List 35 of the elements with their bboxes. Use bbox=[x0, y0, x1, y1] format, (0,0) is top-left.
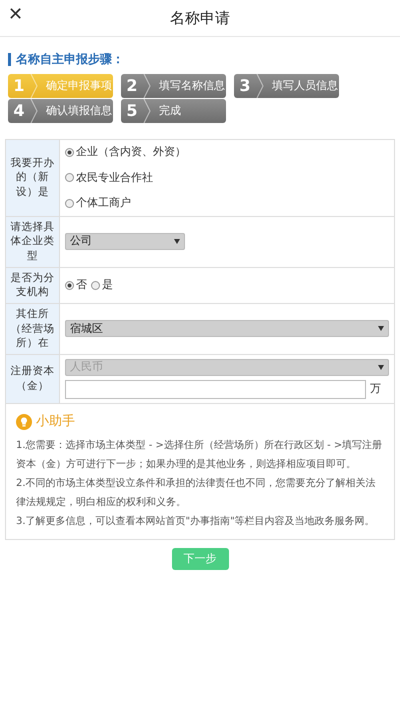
option-label: 个体工商户 bbox=[76, 195, 131, 211]
close-button[interactable]: ✕ bbox=[8, 6, 24, 24]
radio-button[interactable] bbox=[65, 173, 74, 182]
caret-icon bbox=[378, 365, 384, 370]
helper-text: 3.了解更多信息，可以查看本网站首页"办事指南"等栏目内容及当地政务服务网。 bbox=[16, 514, 376, 528]
field-label: 其住所（经营场所）在 bbox=[6, 304, 60, 354]
field-label: 注册资本（金） bbox=[6, 355, 60, 403]
step-tab[interactable]: 5 完成 bbox=[121, 99, 226, 123]
chevron-icon bbox=[256, 74, 264, 98]
radio-button[interactable] bbox=[65, 148, 74, 157]
option-label: 是 bbox=[102, 277, 113, 293]
lightbulb-icon bbox=[16, 414, 32, 430]
field-label: 请选择具体企业类型 bbox=[6, 216, 60, 267]
step-tab[interactable]: 4 确认填报信息 bbox=[8, 99, 113, 123]
radio-button[interactable] bbox=[65, 198, 74, 208]
caret-icon bbox=[378, 326, 384, 332]
step-tab[interactable]: 2 填写名称信息 bbox=[121, 74, 226, 98]
option-label: 企业（含内资、外资） bbox=[76, 144, 186, 160]
option-label: 农民专业合作社 bbox=[76, 170, 153, 186]
page-title: 名称申请 bbox=[170, 8, 230, 29]
option-label: 否 bbox=[76, 277, 87, 293]
field-label: 我要开办的（新设）是 bbox=[6, 140, 60, 216]
radio-button[interactable] bbox=[65, 280, 74, 290]
step-tab[interactable]: 3 填写人员信息 bbox=[234, 74, 339, 98]
dropdown[interactable]: 公司 bbox=[65, 233, 185, 250]
field-label: 是否为分支机构 bbox=[6, 268, 60, 303]
helper-text: 1.您需要：选择市场主体类型 - >选择住所（经营场所）所在行政区划 - >填写注册资本（金）方可进行下一步；如果办理的是其他业务，则选择相应项目即可。 bbox=[16, 438, 384, 472]
unit-label: 万 bbox=[370, 381, 381, 398]
caret-icon bbox=[174, 239, 180, 244]
steps-heading: 名称自主申报步骤： bbox=[8, 53, 392, 66]
radio-button[interactable] bbox=[91, 280, 100, 290]
amount-input[interactable] bbox=[65, 380, 366, 399]
dropdown[interactable]: 宿城区 bbox=[65, 320, 389, 338]
helper-text: 2.不同的市场主体类型设立条件和承担的法律责任也不同，您需要充分了解相关法律法规规定，明白相应的权利和义务。 bbox=[16, 476, 377, 510]
helper-title: 小助手 bbox=[36, 413, 75, 431]
